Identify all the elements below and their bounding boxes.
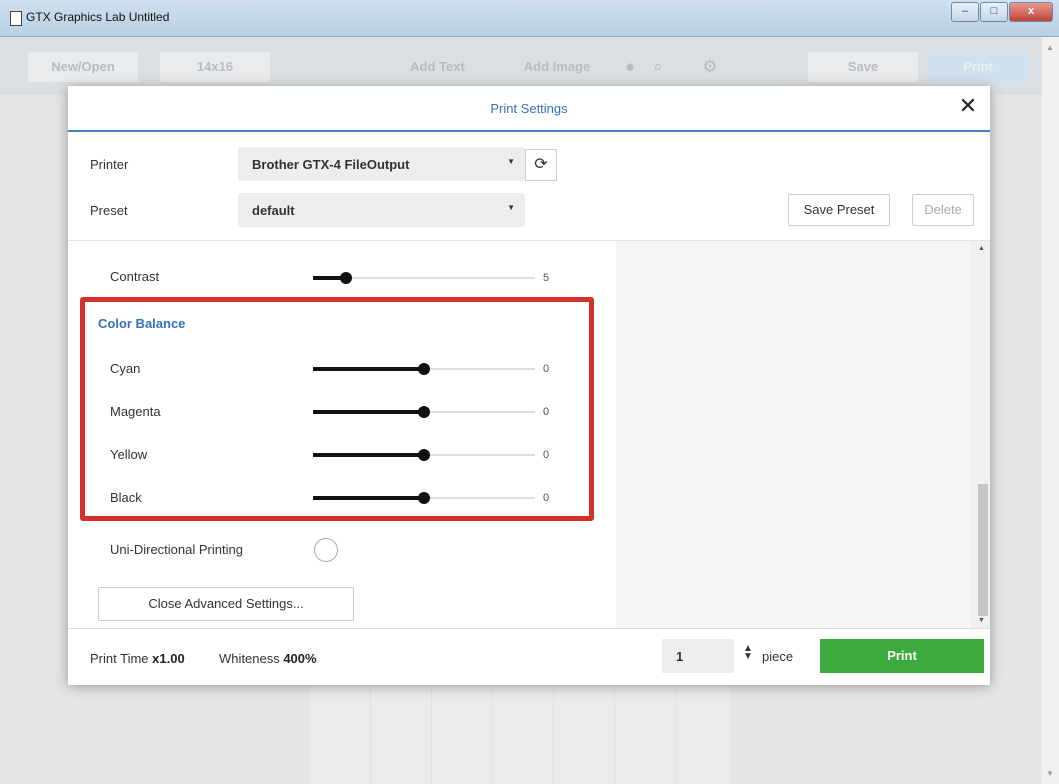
contrast-value: 5 [543,272,550,284]
print-time-label: Print Time [90,651,149,666]
color-icon[interactable]: ● [620,57,640,77]
slider-handle[interactable] [340,272,352,284]
minimize-button[interactable]: – [951,2,979,22]
document-icon [10,11,22,26]
window-title: GTX Graphics Lab Untitled [26,10,170,24]
preset-select[interactable]: default ▼ [238,193,525,227]
scroll-up-icon[interactable]: ▲ [1046,43,1054,52]
black-slider[interactable] [313,492,535,504]
print-time: Print Time x1.00 [90,651,185,666]
print-settings-dialog: Print Settings ✕ Printer Brother GTX-4 F… [68,86,990,685]
cyan-slider[interactable] [313,363,535,375]
refresh-icon[interactable]: ⟳ [525,149,557,181]
black-label: Black [110,490,142,505]
magenta-label: Magenta [110,404,161,419]
window-scrollbar[interactable]: ▲ ▼ [1042,37,1059,784]
delete-preset-button[interactable]: Delete [912,194,974,226]
printer-label: Printer [90,157,129,172]
toolbar-print-button[interactable]: Print [928,52,1028,82]
close-icon[interactable]: ✕ [956,94,980,118]
save-button[interactable]: Save [808,52,918,82]
printer-select[interactable]: Brother GTX-4 FileOutput ▼ [238,147,525,181]
print-time-value: x1.00 [152,651,185,666]
close-advanced-settings-button[interactable]: Close Advanced Settings... [98,587,354,621]
scroll-down-icon[interactable]: ▼ [978,617,985,624]
slider-handle[interactable] [418,492,430,504]
slider-handle[interactable] [418,363,430,375]
new-open-button[interactable]: New/Open [28,52,138,82]
uni-directional-toggle[interactable] [314,538,338,562]
settings-scrollbar[interactable]: ▲ ▼ [970,241,990,628]
magenta-slider[interactable] [313,406,535,418]
dialog-header: Print Settings ✕ [68,86,990,132]
print-button[interactable]: Print [820,639,984,673]
scrollbar-thumb[interactable] [978,484,988,616]
whiteness-value: 400% [283,651,317,666]
quantity-value: 1 [676,649,684,664]
yellow-label: Yellow [110,447,148,462]
preset-value: default [252,203,295,218]
contrast-label: Contrast [110,269,160,284]
yellow-slider[interactable] [313,449,535,461]
yellow-value: 0 [543,449,550,461]
quantity-input[interactable]: 1 [662,639,734,673]
slider-handle[interactable] [418,449,430,461]
whiteness-label: Whiteness [219,651,280,666]
window-controls: – □ x [950,2,1053,22]
scroll-down-icon[interactable]: ▼ [1046,769,1054,778]
maximize-button[interactable]: □ [980,2,1008,22]
search-icon[interactable]: ⌕ [648,57,668,77]
printer-value: Brother GTX-4 FileOutput [252,157,410,172]
quantity-stepper-icon[interactable]: ▲▼ [743,644,753,662]
contrast-slider[interactable] [313,272,535,284]
slider-handle[interactable] [418,406,430,418]
uni-directional-label: Uni-Directional Printing [110,542,243,557]
scroll-up-icon[interactable]: ▲ [978,245,985,252]
magenta-value: 0 [543,406,550,418]
size-button[interactable]: 14x16 [160,52,270,82]
add-text-button[interactable]: Add Text [385,52,490,82]
dialog-title: Print Settings [490,101,568,116]
cyan-label: Cyan [110,361,141,376]
chevron-down-icon: ▼ [507,157,515,166]
quantity-unit: piece [762,649,794,664]
cyan-value: 0 [543,363,550,375]
window-close-button[interactable]: x [1009,2,1053,22]
color-balance-title: Color Balance [98,316,186,331]
printer-preset-section: Printer Brother GTX-4 FileOutput ▼ ⟳ Pre… [68,132,990,241]
gear-icon[interactable]: ⚙ [700,57,720,77]
window-titlebar: GTX Graphics Lab Untitled – □ x [0,0,1059,37]
preview-pane [616,241,970,628]
add-image-button[interactable]: Add Image [502,52,612,82]
save-preset-button[interactable]: Save Preset [788,194,890,226]
preset-label: Preset [90,203,128,218]
advanced-settings-pane[interactable]: Contrast 5 Color Balance Cyan 0 Magenta … [68,241,617,628]
chevron-down-icon: ▼ [507,203,515,212]
dialog-footer: Print Time x1.00 Whiteness 400% 1 ▲▼ pie… [68,628,990,685]
whiteness: Whiteness 400% [219,651,317,666]
black-value: 0 [543,492,550,504]
